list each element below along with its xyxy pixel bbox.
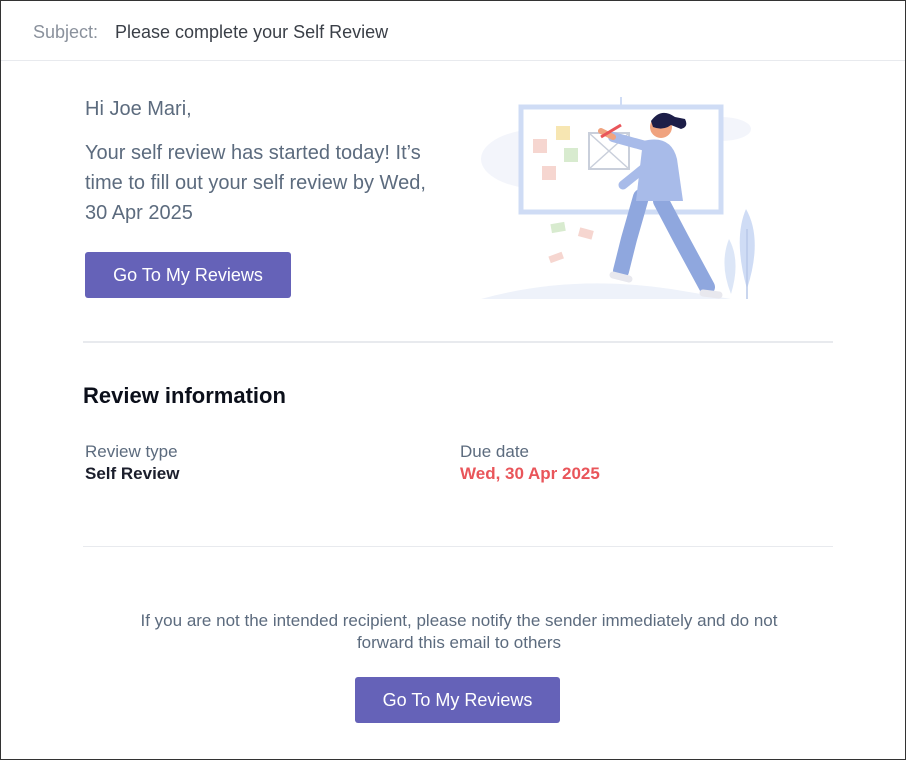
person-drawing-on-whiteboard-illustration xyxy=(481,97,755,299)
go-to-my-reviews-footer-button[interactable]: Go To My Reviews xyxy=(355,677,560,723)
greeting: Hi Joe Mari, xyxy=(85,98,192,120)
review-type-value: Self Review xyxy=(85,464,180,483)
due-date-label: Due date xyxy=(460,442,529,461)
disclaimer-text: If you are not the intended recipient, p… xyxy=(140,611,778,652)
subject-label: Subject: xyxy=(33,22,99,42)
go-to-my-reviews-button[interactable]: Go To My Reviews xyxy=(85,252,291,298)
intro-text: Your self review has started today! It’s… xyxy=(85,142,426,224)
subject-text: Please complete your Self Review xyxy=(115,22,389,42)
review-type-label: Review type xyxy=(85,442,178,461)
divider xyxy=(83,546,833,547)
divider xyxy=(83,341,833,343)
due-date-value: Wed, 30 Apr 2025 xyxy=(460,464,600,483)
review-information-title: Review information xyxy=(83,383,286,408)
email-frame: Subject: Please complete your Self Revie… xyxy=(0,0,906,760)
subject-bar: Subject: Please complete your Self Revie… xyxy=(1,1,905,61)
